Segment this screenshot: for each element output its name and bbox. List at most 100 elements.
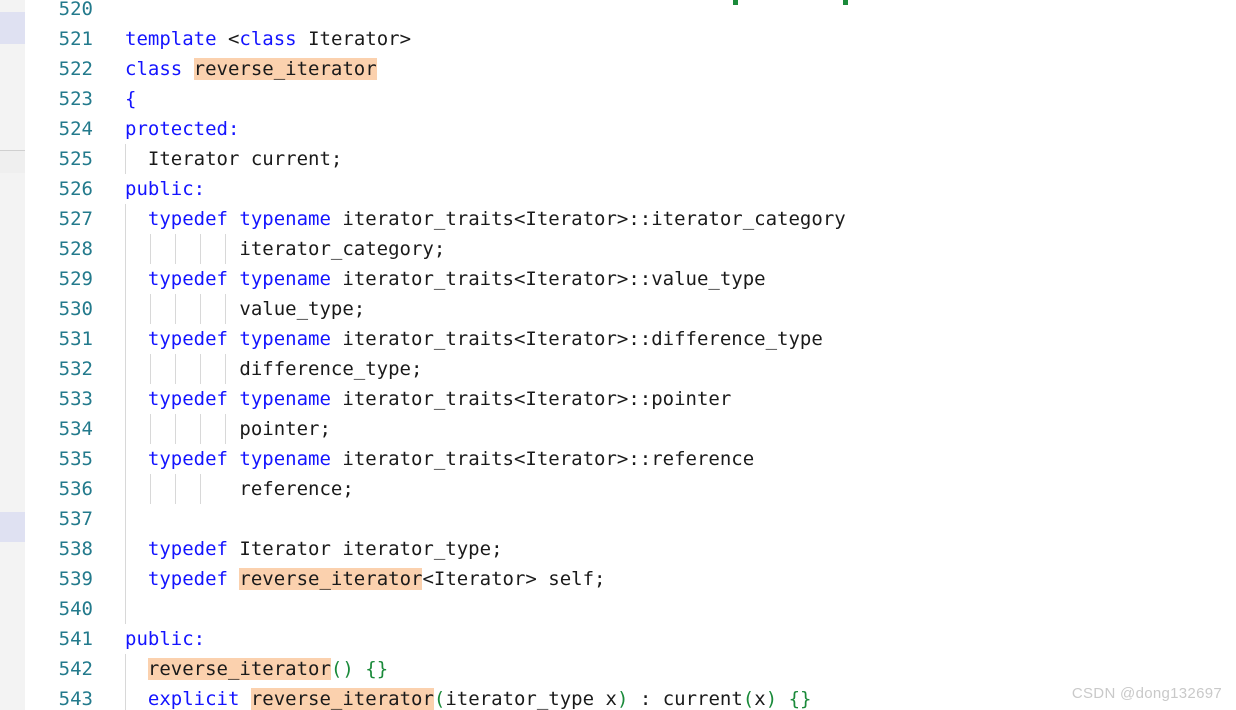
line-number: 542: [58, 658, 93, 680]
line-content[interactable]: {: [125, 84, 136, 114]
code-token: difference_type;: [125, 358, 423, 380]
code-line[interactable]: 540: [25, 594, 1236, 624]
line-number: 532: [58, 358, 93, 380]
line-content[interactable]: Iterator current;: [125, 144, 342, 174]
code-line[interactable]: 531 typedef typename iterator_traits<Ite…: [25, 324, 1236, 354]
line-content[interactable]: typedef typename iterator_traits<Iterato…: [125, 384, 731, 414]
line-number: 541: [58, 628, 93, 650]
code-token: class: [125, 58, 183, 80]
clipped-paren-left: [733, 0, 738, 5]
code-line[interactable]: 543 explicit reverse_iterator(iterator_t…: [25, 684, 1236, 710]
line-content[interactable]: typedef Iterator iterator_type;: [125, 534, 503, 564]
line-number: 524: [58, 118, 93, 140]
code-line[interactable]: 534 pointer;: [25, 414, 1236, 444]
section-divider: [0, 150, 25, 151]
code-token: typedef: [147, 538, 228, 560]
line-content[interactable]: typedef typename iterator_traits<Iterato…: [125, 204, 846, 234]
line-number: 536: [58, 478, 93, 500]
code-token: {: [125, 88, 137, 110]
code-token: typename: [239, 328, 331, 350]
code-line[interactable]: 526 public:: [25, 174, 1236, 204]
code-token: {}: [365, 658, 389, 680]
code-line[interactable]: 539 typedef reverse_iterator<Iterator> s…: [25, 564, 1236, 594]
line-content[interactable]: difference_type;: [125, 354, 422, 384]
code-viewport[interactable]: 520 521 template <class Iterator> 522 class …: [25, 0, 1236, 710]
code-line[interactable]: 530 value_type;: [25, 294, 1236, 324]
code-line[interactable]: 520: [25, 0, 1236, 24]
code-token: (: [433, 688, 446, 710]
code-token: ): [765, 688, 778, 710]
code-token: typename: [239, 388, 331, 410]
code-token: protected:: [125, 118, 240, 140]
code-editor: 520 521 template <class Iterator> 522 class …: [0, 0, 1236, 710]
highlighted-symbol: reverse_iterator: [239, 568, 423, 590]
code-line[interactable]: 527 typedef typename iterator_traits<Ite…: [25, 204, 1236, 234]
code-token: : current: [628, 688, 743, 710]
indent-guide: [125, 594, 126, 624]
line-content[interactable]: public:: [125, 174, 205, 204]
highlighted-symbol: reverse_iterator: [193, 58, 377, 80]
highlighted-symbol: reverse_iterator: [250, 688, 434, 710]
line-content[interactable]: typedef typename iterator_traits<Iterato…: [125, 324, 823, 354]
occurrence-marker-bottom[interactable]: [0, 512, 25, 542]
code-line[interactable]: 542 reverse_iterator() {}: [25, 654, 1236, 684]
code-token: (: [742, 688, 755, 710]
code-line[interactable]: 523 {: [25, 84, 1236, 114]
line-content[interactable]: value_type;: [125, 294, 365, 324]
overview-ruler-strip[interactable]: [0, 0, 25, 710]
code-line[interactable]: 533 typedef typename iterator_traits<Ite…: [25, 384, 1236, 414]
line-content[interactable]: reference;: [125, 474, 354, 504]
code-line[interactable]: 525 Iterator current;: [25, 144, 1236, 174]
highlighted-symbol: reverse_iterator: [147, 658, 331, 680]
code-token: reference;: [125, 478, 354, 500]
code-token: typename: [239, 208, 331, 230]
code-line[interactable]: 532 difference_type;: [25, 354, 1236, 384]
code-line[interactable]: 535 typedef typename iterator_traits<Ite…: [25, 444, 1236, 474]
code-token: {}: [788, 688, 812, 710]
code-line[interactable]: 529 typedef typename iterator_traits<Ite…: [25, 264, 1236, 294]
code-token: typedef: [147, 328, 228, 350]
line-number: 530: [58, 298, 93, 320]
line-number: 521: [58, 28, 93, 50]
line-number: 520: [58, 0, 93, 20]
line-number: 525: [58, 148, 93, 170]
code-line[interactable]: 541 public:: [25, 624, 1236, 654]
line-content[interactable]: public:: [125, 624, 205, 654]
code-token: iterator_traits<Iterator>::reference: [330, 448, 755, 470]
code-token: template: [125, 28, 217, 50]
line-content[interactable]: explicit reverse_iterator(iterator_type …: [125, 684, 811, 710]
indent-guide: [125, 504, 126, 534]
code-line[interactable]: 538 typedef Iterator iterator_type;: [25, 534, 1236, 564]
code-line[interactable]: 536 reference;: [25, 474, 1236, 504]
dim-band: [0, 151, 25, 173]
line-content[interactable]: typedef reverse_iterator<Iterator> self;: [125, 564, 605, 594]
code-line[interactable]: 524 protected:: [25, 114, 1236, 144]
code-line[interactable]: 521 template <class Iterator>: [25, 24, 1236, 54]
code-token: value_type;: [125, 298, 366, 320]
code-token: (): [330, 658, 354, 680]
line-content[interactable]: typedef typename iterator_traits<Iterato…: [125, 444, 754, 474]
line-content[interactable]: iterator_category;: [125, 234, 445, 264]
code-line[interactable]: 522 class reverse_iterator: [25, 54, 1236, 84]
line-content[interactable]: protected:: [125, 114, 239, 144]
line-number: 528: [58, 238, 93, 260]
line-content[interactable]: class reverse_iterator: [125, 54, 377, 84]
line-content[interactable]: typedef typename iterator_traits<Iterato…: [125, 264, 766, 294]
line-content[interactable]: template <class Iterator>: [125, 24, 411, 54]
line-content[interactable]: pointer;: [125, 414, 331, 444]
line-content[interactable]: reverse_iterator() {}: [125, 654, 388, 684]
line-number: 538: [58, 538, 93, 560]
occurrence-marker-top[interactable]: [0, 12, 25, 44]
code-line[interactable]: 528 iterator_category;: [25, 234, 1236, 264]
code-line[interactable]: 537: [25, 504, 1236, 534]
code-token: class: [239, 28, 297, 50]
